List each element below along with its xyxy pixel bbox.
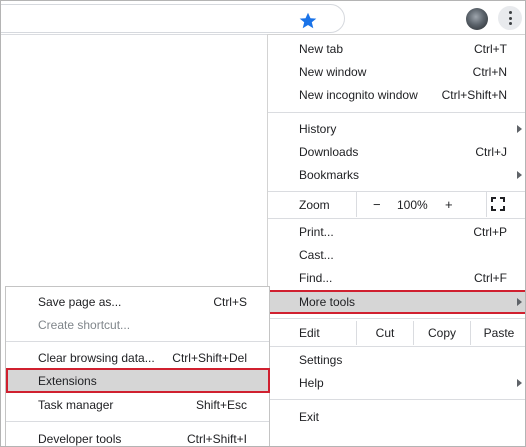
menu-separator bbox=[268, 318, 525, 319]
menu-item-exit[interactable]: Exit bbox=[268, 406, 525, 429]
menu-separator bbox=[268, 399, 525, 400]
menu-item-label: New tab bbox=[299, 42, 344, 56]
submenu-item-task-manager[interactable]: Task manager Shift+Esc bbox=[6, 394, 269, 417]
menu-separator bbox=[268, 346, 525, 347]
profile-avatar[interactable] bbox=[466, 8, 488, 30]
menu-item-shortcut: Ctrl+Shift+Del bbox=[172, 351, 247, 365]
copy-button[interactable]: Copy bbox=[413, 321, 470, 345]
submenu-item-clear-browsing-data[interactable]: Clear browsing data... Ctrl+Shift+Del bbox=[6, 347, 269, 370]
toolbar-divider bbox=[1, 34, 268, 35]
menu-separator bbox=[6, 341, 269, 342]
menu-separator bbox=[6, 421, 269, 422]
menu-item-print[interactable]: Print... Ctrl+P bbox=[268, 221, 525, 244]
menu-item-shortcut: Ctrl+Shift+N bbox=[441, 88, 507, 102]
menu-item-label: Help bbox=[299, 376, 324, 390]
menu-item-bookmarks[interactable]: Bookmarks bbox=[268, 164, 525, 187]
browser-toolbar bbox=[1, 1, 525, 35]
menu-item-shortcut: Ctrl+N bbox=[472, 65, 507, 79]
cut-button[interactable]: Cut bbox=[356, 321, 413, 345]
menu-item-label: Print... bbox=[299, 225, 334, 239]
menu-item-shortcut: Ctrl+F bbox=[474, 271, 507, 285]
menu-item-label: History bbox=[299, 122, 337, 136]
menu-item-label: Settings bbox=[299, 353, 343, 367]
menu-item-label: Save page as... bbox=[38, 295, 122, 309]
submenu-item-extensions[interactable]: Extensions bbox=[6, 368, 270, 393]
menu-button[interactable] bbox=[498, 6, 522, 30]
menu-item-help[interactable]: Help bbox=[268, 372, 525, 395]
menu-item-shortcut: Ctrl+Shift+I bbox=[186, 432, 247, 446]
menu-item-new-window[interactable]: New window Ctrl+N bbox=[268, 61, 525, 84]
menu-item-label: New incognito window bbox=[299, 88, 418, 102]
menu-item-more-tools[interactable]: More tools bbox=[268, 290, 525, 314]
fullscreen-icon[interactable] bbox=[491, 197, 505, 211]
submenu-item-developer-tools[interactable]: Developer tools Ctrl+Shift+I bbox=[6, 428, 269, 446]
menu-item-shortcut: Ctrl+P bbox=[473, 225, 507, 239]
zoom-controls: − 100% + bbox=[356, 192, 487, 217]
menu-item-find[interactable]: Find... Ctrl+F bbox=[268, 267, 525, 290]
zoom-level: 100% bbox=[397, 198, 428, 212]
menu-item-shortcut: Ctrl+T bbox=[474, 42, 507, 56]
address-bar[interactable] bbox=[1, 4, 345, 33]
menu-item-label: Developer tools bbox=[38, 432, 122, 446]
zoom-in-button[interactable]: + bbox=[445, 197, 453, 212]
submenu-arrow-icon bbox=[517, 379, 522, 387]
menu-item-label: Task manager bbox=[38, 398, 114, 412]
menu-separator bbox=[268, 218, 525, 219]
submenu-arrow-icon bbox=[517, 171, 522, 179]
menu-item-label: Extensions bbox=[38, 374, 97, 388]
menu-item-label: Find... bbox=[299, 271, 333, 285]
paste-button[interactable]: Paste bbox=[470, 321, 525, 345]
menu-item-cast[interactable]: Cast... bbox=[268, 244, 525, 267]
menu-item-label: Create shortcut... bbox=[38, 318, 131, 332]
submenu-arrow-icon bbox=[517, 298, 522, 306]
menu-item-label: Exit bbox=[299, 410, 320, 424]
menu-item-shortcut: Ctrl+J bbox=[475, 145, 507, 159]
menu-item-label: Bookmarks bbox=[299, 168, 360, 182]
menu-item-history[interactable]: History bbox=[268, 118, 525, 141]
menu-item-shortcut: Shift+Esc bbox=[195, 398, 247, 412]
browser-window: New tab Ctrl+T New window Ctrl+N New inc… bbox=[0, 0, 526, 447]
menu-item-shortcut: Ctrl+S bbox=[213, 295, 247, 309]
bookmark-star-icon[interactable] bbox=[298, 11, 318, 31]
menu-item-downloads[interactable]: Downloads Ctrl+J bbox=[268, 141, 525, 164]
menu-item-new-incognito-window[interactable]: New incognito window Ctrl+Shift+N bbox=[268, 84, 525, 107]
zoom-out-button[interactable]: − bbox=[373, 197, 381, 212]
menu-item-label: More tools bbox=[299, 295, 356, 309]
zoom-label: Zoom bbox=[299, 198, 330, 212]
submenu-arrow-icon bbox=[517, 125, 522, 133]
menu-item-label: Downloads bbox=[299, 145, 359, 159]
edit-label: Edit bbox=[299, 326, 320, 340]
menu-item-label: Clear browsing data... bbox=[38, 351, 155, 365]
submenu-item-create-shortcut: Create shortcut... bbox=[6, 314, 269, 337]
more-tools-submenu: Save page as... Ctrl+S Create shortcut..… bbox=[5, 286, 270, 446]
menu-item-edit: Edit Cut Copy Paste bbox=[268, 321, 525, 345]
menu-item-label: Cast... bbox=[299, 248, 334, 262]
chrome-main-menu: New tab Ctrl+T New window Ctrl+N New inc… bbox=[267, 34, 525, 446]
menu-item-label: New window bbox=[299, 65, 367, 79]
menu-separator bbox=[268, 112, 525, 113]
submenu-item-save-page-as[interactable]: Save page as... Ctrl+S bbox=[6, 291, 269, 314]
menu-item-new-tab[interactable]: New tab Ctrl+T bbox=[268, 38, 525, 61]
menu-item-settings[interactable]: Settings bbox=[268, 349, 525, 372]
menu-item-zoom: Zoom − 100% + bbox=[268, 192, 525, 217]
